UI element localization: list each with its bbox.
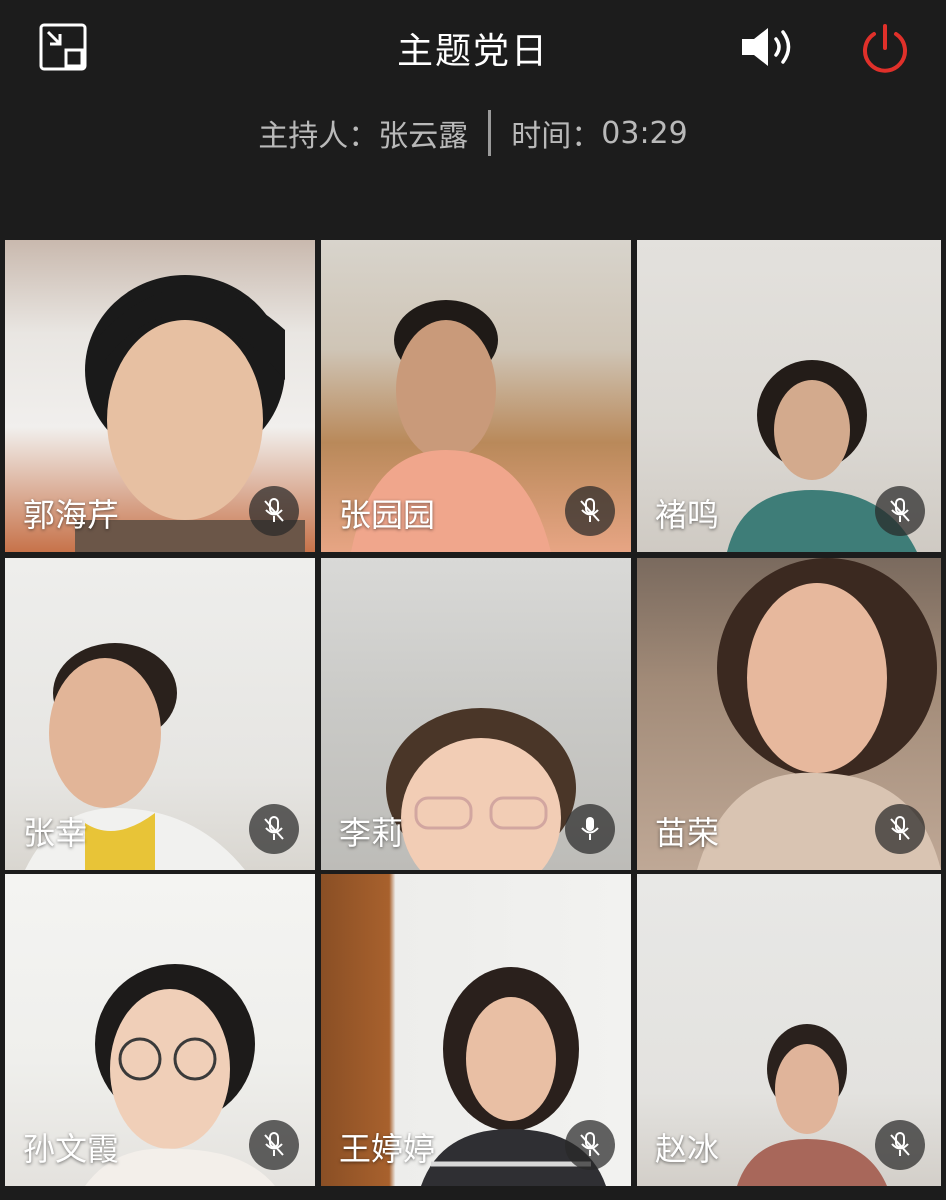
participant-tile[interactable]: 张园园	[321, 240, 631, 552]
participant-name: 张园园	[339, 496, 436, 534]
participant-tile[interactable]: 赵冰	[637, 874, 941, 1186]
participant-tile[interactable]: 张幸	[5, 558, 315, 870]
participant-name: 李莉	[339, 814, 404, 852]
meeting-header: 主题党日 主持人： 张云露 时间： 03:29	[0, 0, 946, 232]
speaker-icon[interactable]	[736, 22, 802, 72]
participant-name: 褚鸣	[655, 496, 720, 534]
time-label: 时间：	[511, 119, 602, 154]
mic-muted-icon[interactable]	[249, 804, 299, 854]
mic-muted-icon[interactable]	[875, 804, 925, 854]
participant-name: 王婷婷	[339, 1130, 436, 1168]
mic-muted-icon[interactable]	[249, 486, 299, 536]
power-icon[interactable]	[858, 22, 912, 76]
participant-tile[interactable]: 王婷婷	[321, 874, 631, 1186]
mic-muted-icon[interactable]	[249, 1120, 299, 1170]
host-label: 主持人：	[258, 119, 379, 154]
meeting-title: 主题党日	[396, 31, 549, 72]
participant-tile[interactable]: 郭海芹	[5, 240, 315, 552]
video-grid: 郭海芹 张园园 褚鸣 张幸 李莉 苗荣 孙文霞 王婷婷 赵冰	[0, 232, 946, 1200]
person-silhouette	[386, 708, 576, 870]
participant-tile[interactable]: 褚鸣	[637, 240, 941, 552]
meeting-info: 主持人： 张云露 时间： 03:29	[0, 110, 946, 156]
mic-muted-icon[interactable]	[565, 486, 615, 536]
participant-name: 孙文霞	[23, 1130, 120, 1168]
participant-tile[interactable]: 李莉	[321, 558, 631, 870]
participant-name: 郭海芹	[23, 496, 120, 534]
host-name: 张云露	[378, 119, 469, 154]
participant-tile[interactable]: 苗荣	[637, 558, 941, 870]
participant-name: 赵冰	[655, 1130, 720, 1168]
mic-muted-icon[interactable]	[875, 486, 925, 536]
participant-name: 苗荣	[655, 814, 720, 852]
mic-icon[interactable]	[565, 804, 615, 854]
participant-name: 张幸	[23, 814, 88, 852]
participant-tile[interactable]: 孙文霞	[5, 874, 315, 1186]
mic-muted-icon[interactable]	[565, 1120, 615, 1170]
mic-muted-icon[interactable]	[875, 1120, 925, 1170]
time-value: 03:29	[601, 115, 688, 151]
info-divider	[488, 110, 492, 156]
